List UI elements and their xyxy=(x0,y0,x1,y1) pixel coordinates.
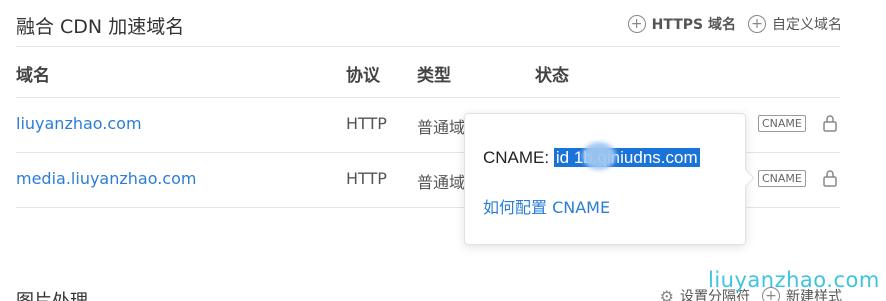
section-actions: + HTTPS 域名 + 自定义域名 xyxy=(627,14,842,34)
add-custom-domain-label: 自定义域名 xyxy=(772,17,842,33)
add-custom-domain-button[interactable]: + 自定义域名 xyxy=(748,14,842,34)
lock-icon[interactable] xyxy=(822,169,838,191)
type-cell: 普通域 xyxy=(417,118,466,137)
gear-icon: ⚙ xyxy=(659,286,674,301)
lock-icon[interactable] xyxy=(822,114,838,136)
add-https-domain-button[interactable]: + HTTPS 域名 xyxy=(627,14,736,34)
divider xyxy=(16,46,840,47)
add-https-domain-label: HTTPS 域名 xyxy=(651,17,736,33)
cname-line: CNAME: id 1b.qiniudns.com xyxy=(483,142,700,170)
table-row: media.liuyanzhao.com HTTP 普通域 CNAME xyxy=(0,153,886,207)
redaction-blur xyxy=(581,142,616,170)
domain-link[interactable]: liuyanzhao.com xyxy=(16,114,142,133)
protocol-cell: HTTP xyxy=(346,169,387,188)
cname-label: CNAME: xyxy=(483,148,550,167)
section-title: 融合 CDN 加速域名 xyxy=(16,16,185,38)
column-header-protocol: 协议 xyxy=(346,66,380,86)
column-header-status: 状态 xyxy=(535,66,569,86)
image-processing-title: 图片处理 xyxy=(16,287,88,301)
cname-popover: CNAME: id 1b.qiniudns.com 如何配置 CNAME xyxy=(464,113,755,245)
watermark: liuyanzhao.com xyxy=(708,268,880,292)
protocol-cell: HTTP xyxy=(346,114,387,133)
plus-circle-icon: + xyxy=(748,15,766,33)
column-header-domain: 域名 xyxy=(16,66,50,86)
type-cell: 普通域 xyxy=(417,173,466,192)
cname-value-text: id 1b.qiniudns.com xyxy=(555,148,698,167)
cname-value[interactable]: id 1b.qiniudns.com xyxy=(553,142,700,170)
howto-cname-link[interactable]: 如何配置 CNAME xyxy=(483,194,610,218)
plus-circle-icon: + xyxy=(627,15,646,33)
cname-tag[interactable]: CNAME xyxy=(758,170,806,187)
table-row: liuyanzhao.com HTTP 普通域 CNAME xyxy=(0,98,886,152)
domain-link[interactable]: media.liuyanzhao.com xyxy=(16,169,196,188)
table-header: 域名 协议 类型 状态 xyxy=(0,61,886,86)
column-header-type: 类型 xyxy=(417,66,451,86)
cname-tag[interactable]: CNAME xyxy=(758,115,806,132)
